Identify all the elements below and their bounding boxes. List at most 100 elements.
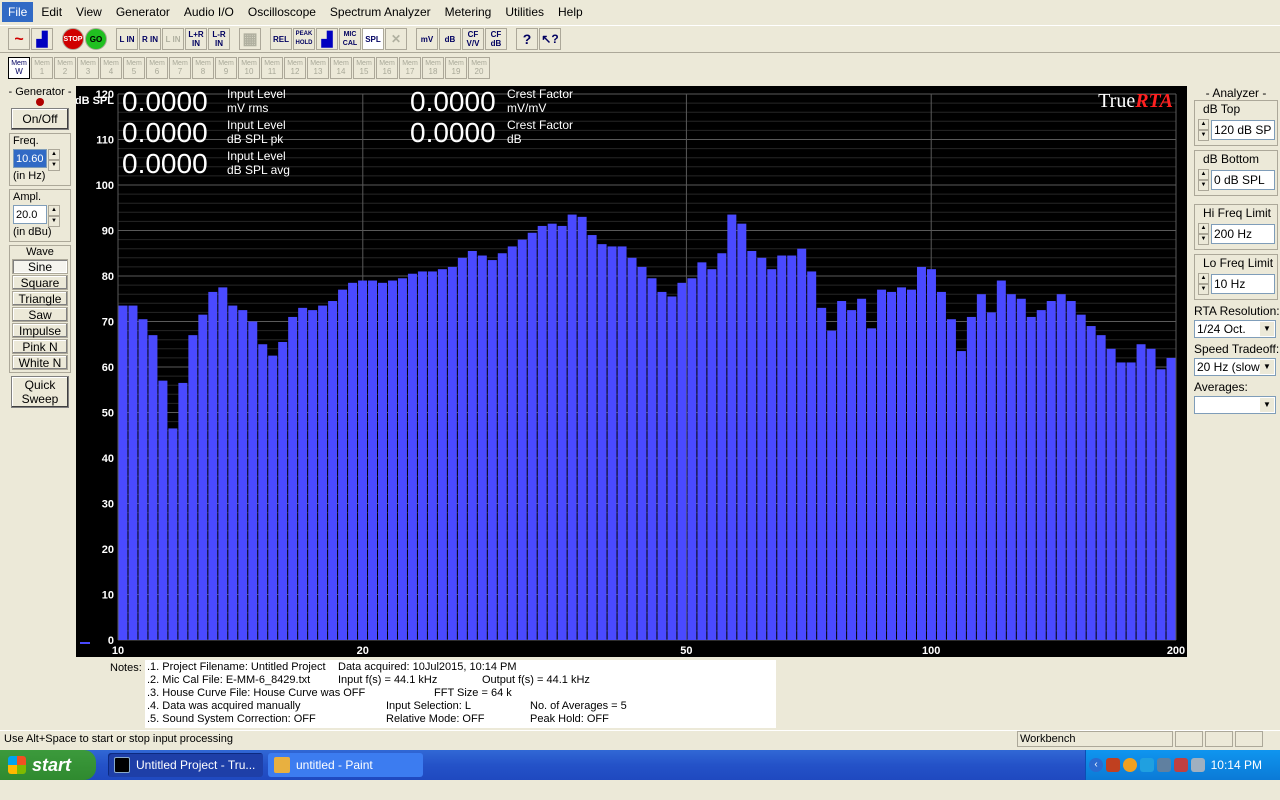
spectrum-icon[interactable]: ▟ (31, 28, 53, 50)
speed-tradeoff-select[interactable]: 20 Hz (slow) (1194, 358, 1276, 376)
menu-view[interactable]: View (70, 2, 108, 22)
spin-down-icon[interactable]: ▼ (1198, 284, 1209, 295)
memory-button-4[interactable]: Mem 4 (100, 57, 122, 79)
memory-button-7[interactable]: Mem 7 (169, 57, 191, 79)
memory-button-11[interactable]: Mem 11 (261, 57, 283, 79)
spin-down-icon[interactable]: ▼ (1198, 180, 1209, 191)
freq-spinner[interactable]: ▲ ▼ (48, 149, 60, 171)
spin-up-icon[interactable]: ▲ (1198, 119, 1209, 130)
memory-button-5[interactable]: Mem 5 (123, 57, 145, 79)
menu-utilities[interactable]: Utilities (499, 2, 550, 22)
menu-help[interactable]: Help (552, 2, 589, 22)
spin-down-icon[interactable]: ▼ (48, 160, 60, 171)
menu-file[interactable]: File (2, 2, 34, 22)
memory-button-17[interactable]: Mem 17 (399, 57, 421, 79)
wave-impulse-button[interactable]: Impulse (12, 323, 68, 338)
memory-button-19[interactable]: Mem 19 (445, 57, 467, 79)
quick-sweep-button[interactable]: Quick Sweep (11, 376, 69, 408)
memory-button-18[interactable]: Mem 18 (422, 57, 444, 79)
freq-input[interactable] (13, 149, 47, 168)
crest-factor-vv-button[interactable]: CF V/V (462, 28, 484, 50)
menu-oscilloscope[interactable]: Oscilloscope (242, 2, 322, 22)
spin-up-icon[interactable]: ▲ (1198, 169, 1209, 180)
menu-audio-io[interactable]: Audio I/O (178, 2, 240, 22)
help-button[interactable]: ? (516, 28, 538, 50)
taskbar-item-truerta[interactable]: Untitled Project - Tru... (108, 753, 263, 777)
lo-freq-spinner[interactable]: ▲ ▼ (1198, 273, 1209, 295)
tray-update-icon[interactable] (1123, 758, 1137, 772)
memory-button-1[interactable]: Mem 1 (31, 57, 53, 79)
spin-up-icon[interactable]: ▲ (48, 149, 60, 160)
wave-pink-noise-button[interactable]: Pink N (12, 339, 68, 354)
memory-button-12[interactable]: Mem 12 (284, 57, 306, 79)
ampl-input[interactable] (13, 205, 47, 224)
right-input-button[interactable]: R IN (139, 28, 161, 50)
taskbar-item-paint[interactable]: untitled - Paint (268, 753, 423, 777)
tray-expand-icon[interactable]: ‹ (1089, 758, 1103, 772)
tray-network-icon[interactable] (1157, 758, 1171, 772)
menu-spectrum-analyzer[interactable]: Spectrum Analyzer (324, 2, 437, 22)
start-button[interactable]: start (0, 750, 96, 780)
notes-pane[interactable]: .1. Project Filename: Untitled Project D… (145, 660, 776, 728)
rta-button[interactable]: ▟ (316, 28, 338, 50)
db-top-input[interactable] (1211, 120, 1275, 140)
left-input-alt-button[interactable]: L IN (162, 28, 184, 50)
wave-square-button[interactable]: Square (12, 275, 68, 290)
left-input-button[interactable]: L IN (116, 28, 138, 50)
sine-wave-icon[interactable]: ~ (8, 28, 30, 50)
db-button[interactable]: dB (439, 28, 461, 50)
memory-button-13[interactable]: Mem 13 (307, 57, 329, 79)
memory-button-2[interactable]: Mem 2 (54, 57, 76, 79)
memory-button-3[interactable]: Mem 3 (77, 57, 99, 79)
crest-factor-db-button[interactable]: CF dB (485, 28, 507, 50)
menu-edit[interactable]: Edit (35, 2, 68, 22)
spectrum-bar (627, 257, 637, 640)
memory-button-10[interactable]: Mem 10 (238, 57, 260, 79)
millivolt-button[interactable]: mV (416, 28, 438, 50)
left-minus-right-input-button[interactable]: L-R IN (208, 28, 230, 50)
spin-down-icon[interactable]: ▼ (1198, 130, 1209, 141)
memory-button-15[interactable]: Mem 15 (353, 57, 375, 79)
wave-triangle-button[interactable]: Triangle (12, 291, 68, 306)
db-top-spinner[interactable]: ▲ ▼ (1198, 119, 1209, 141)
spl-button[interactable]: SPL (362, 28, 384, 50)
relative-button[interactable]: REL (270, 28, 292, 50)
wave-saw-button[interactable]: Saw (12, 307, 68, 322)
tray-shield-icon[interactable] (1106, 758, 1120, 772)
context-help-button[interactable]: ↖? (539, 28, 561, 50)
clear-button[interactable]: ✕ (385, 28, 407, 50)
memory-button-w[interactable]: Mem W (8, 57, 30, 79)
tray-volume-icon[interactable] (1191, 758, 1205, 772)
memory-button-20[interactable]: Mem 20 (468, 57, 490, 79)
hi-freq-spinner[interactable]: ▲ ▼ (1198, 223, 1209, 245)
db-bottom-input[interactable] (1211, 170, 1275, 190)
menu-generator[interactable]: Generator (110, 2, 176, 22)
memory-button-8[interactable]: Mem 8 (192, 57, 214, 79)
memory-button-6[interactable]: Mem 6 (146, 57, 168, 79)
mic-cal-button[interactable]: MIC CAL (339, 28, 361, 50)
stop-button[interactable]: STOP (62, 28, 84, 50)
tray-signal-icon[interactable] (1140, 758, 1154, 772)
spin-up-icon[interactable]: ▲ (1198, 223, 1209, 234)
go-button[interactable]: GO (85, 28, 107, 50)
wave-white-noise-button[interactable]: White N (12, 355, 68, 370)
memory-button-9[interactable]: Mem 9 (215, 57, 237, 79)
ampl-spinner[interactable]: ▲ ▼ (48, 205, 60, 227)
spin-up-icon[interactable]: ▲ (48, 205, 60, 216)
spin-down-icon[interactable]: ▼ (1198, 234, 1209, 245)
left-plus-right-input-button[interactable]: L+R IN (185, 28, 207, 50)
db-bottom-spinner[interactable]: ▲ ▼ (1198, 169, 1209, 191)
lo-freq-input[interactable] (1211, 274, 1275, 294)
peak-hold-button[interactable]: PEAK HOLD (293, 28, 315, 50)
wave-sine-button[interactable]: Sine (12, 259, 68, 274)
generator-onoff-button[interactable]: On/Off (11, 108, 69, 130)
memory-button-16[interactable]: Mem 16 (376, 57, 398, 79)
hi-freq-input[interactable] (1211, 224, 1275, 244)
grid-button[interactable]: ▦ (239, 28, 261, 50)
memory-button-14[interactable]: Mem 14 (330, 57, 352, 79)
tray-security-icon[interactable] (1174, 758, 1188, 772)
menu-metering[interactable]: Metering (439, 2, 498, 22)
spin-up-icon[interactable]: ▲ (1198, 273, 1209, 284)
averages-input[interactable]: 5 (1194, 396, 1276, 414)
rta-resolution-select[interactable]: 1/24 Oct. (1194, 320, 1276, 338)
